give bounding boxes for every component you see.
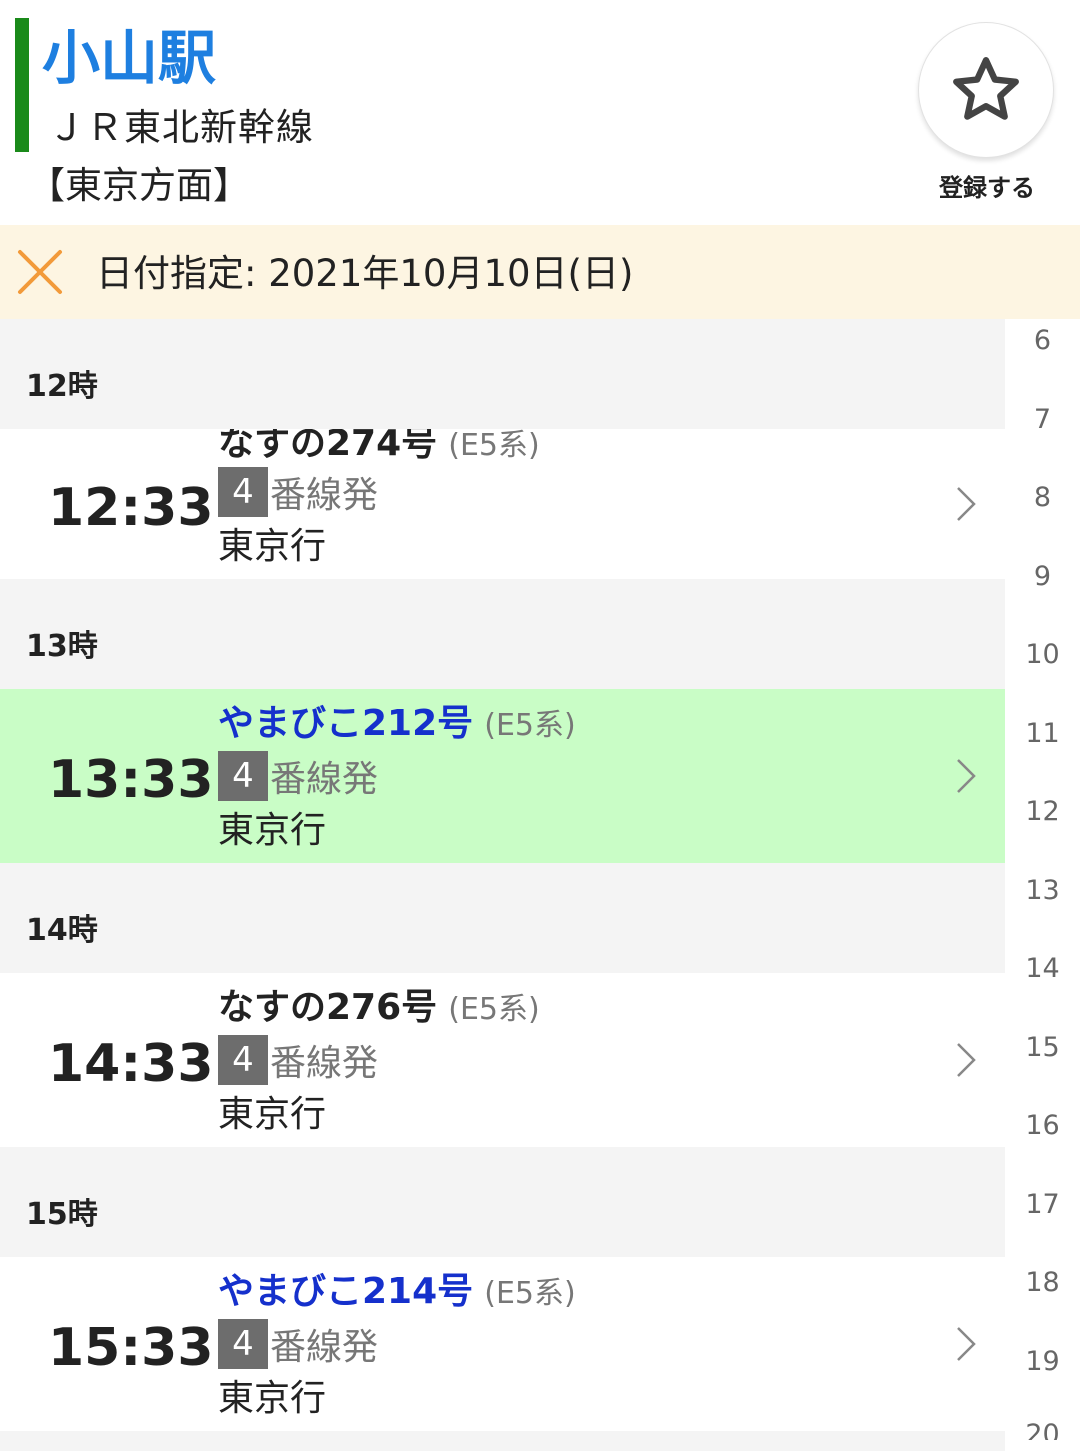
- train-name: やまびこ212号: [218, 703, 474, 744]
- train-row[interactable]: 13:33 やまびこ212号 (E5系) 4 番線発 東京行: [0, 689, 1005, 863]
- favorite-circle[interactable]: [918, 22, 1054, 158]
- hour-label: 12時: [26, 369, 98, 404]
- platform-suffix: 番線発: [270, 475, 379, 516]
- platform-suffix: 番線発: [270, 1327, 379, 1368]
- hour-header-16: [0, 1431, 1005, 1451]
- direction-label: 【東京方面】: [28, 164, 250, 207]
- train-type: (E5系): [484, 708, 576, 743]
- hour-index-item[interactable]: 14: [1005, 953, 1080, 984]
- register-favorite-button[interactable]: 登録する: [918, 22, 1056, 202]
- hour-index-item[interactable]: 11: [1005, 718, 1080, 749]
- platform-badge: 4: [218, 751, 268, 801]
- hour-header-13: 13時: [0, 579, 1005, 689]
- chevron-right-icon: [957, 759, 976, 793]
- train-type: (E5系): [484, 1276, 576, 1311]
- platform-suffix: 番線発: [270, 759, 379, 800]
- hour-label: 13時: [26, 629, 98, 664]
- destination: 東京行: [218, 526, 327, 567]
- timetable-list[interactable]: 12時 12:33 なすの274号 (E5系) 4 番線発 東京行 13時 13…: [0, 319, 1005, 1451]
- destination: 東京行: [218, 1094, 327, 1135]
- departure-time: 15:33: [48, 1318, 214, 1378]
- hour-index-item[interactable]: 13: [1005, 875, 1080, 906]
- hour-label: 14時: [26, 913, 98, 948]
- close-x-icon: [18, 250, 62, 294]
- departure-time: 14:33: [48, 1034, 214, 1094]
- line-color-bar: [15, 18, 29, 152]
- train-name: なすの274号: [218, 429, 438, 464]
- platform-line: 4 番線発: [218, 1319, 378, 1369]
- hour-index-item[interactable]: 10: [1005, 639, 1080, 670]
- train-name: やまびこ214号: [218, 1271, 474, 1312]
- platform-badge: 4: [218, 1319, 268, 1369]
- line-name: ＪＲ東北新幹線: [48, 106, 314, 149]
- hour-index-scroller[interactable]: 6 7 8 9 10 11 12 13 14 15 16 17 18 19 20: [1005, 319, 1080, 1440]
- hour-header-12: 12時: [0, 319, 1005, 429]
- chevron-right-icon: [957, 487, 976, 521]
- train-type: (E5系): [448, 429, 540, 463]
- hour-index-item[interactable]: 8: [1005, 482, 1080, 513]
- platform-suffix: 番線発: [270, 1043, 379, 1084]
- train-name-line: やまびこ214号 (E5系): [218, 1267, 576, 1323]
- platform-badge: 4: [218, 1035, 268, 1085]
- train-row[interactable]: 14:33 なすの276号 (E5系) 4 番線発 東京行: [0, 973, 1005, 1147]
- hour-index-item[interactable]: 12: [1005, 796, 1080, 827]
- destination: 東京行: [218, 810, 327, 851]
- clear-date-button[interactable]: [14, 244, 66, 300]
- hour-index-item[interactable]: 18: [1005, 1267, 1080, 1298]
- hour-index-item[interactable]: 17: [1005, 1189, 1080, 1220]
- hour-index-item[interactable]: 15: [1005, 1032, 1080, 1063]
- hour-index-item[interactable]: 16: [1005, 1110, 1080, 1141]
- train-name-line: なすの276号 (E5系): [218, 983, 540, 1039]
- platform-line: 4 番線発: [218, 1035, 378, 1085]
- hour-index-item[interactable]: 20: [1005, 1419, 1080, 1440]
- hour-header-15: 15時: [0, 1147, 1005, 1257]
- platform-line: 4 番線発: [218, 467, 378, 517]
- station-name: 小山駅: [42, 24, 217, 92]
- star-icon: [953, 57, 1019, 120]
- train-type: (E5系): [448, 992, 540, 1027]
- train-row[interactable]: 12:33 なすの274号 (E5系) 4 番線発 東京行: [0, 429, 1005, 579]
- chevron-right-icon: [957, 1327, 976, 1361]
- station-header: 小山駅 ＪＲ東北新幹線 【東京方面】 登録する: [0, 0, 1080, 225]
- hour-index-item[interactable]: 9: [1005, 561, 1080, 592]
- train-row[interactable]: 15:33 やまびこ214号 (E5系) 4 番線発 東京行: [0, 1257, 1005, 1431]
- departure-time: 13:33: [48, 750, 214, 810]
- train-name: なすの276号: [218, 987, 438, 1028]
- chevron-right-icon: [957, 1043, 976, 1077]
- train-name-line: やまびこ212号 (E5系): [218, 699, 576, 755]
- favorite-label: 登録する: [939, 174, 1035, 202]
- date-filter-text: 日付指定: 2021年10月10日(日): [96, 252, 634, 295]
- platform-line: 4 番線発: [218, 751, 378, 801]
- hour-header-14: 14時: [0, 863, 1005, 973]
- hour-index-item[interactable]: 7: [1005, 404, 1080, 435]
- hour-index-item[interactable]: 19: [1005, 1346, 1080, 1377]
- departure-time: 12:33: [48, 478, 214, 538]
- platform-badge: 4: [218, 467, 268, 517]
- hour-index-item[interactable]: 6: [1005, 325, 1080, 356]
- hour-label: 15時: [26, 1197, 98, 1232]
- destination: 東京行: [218, 1378, 327, 1419]
